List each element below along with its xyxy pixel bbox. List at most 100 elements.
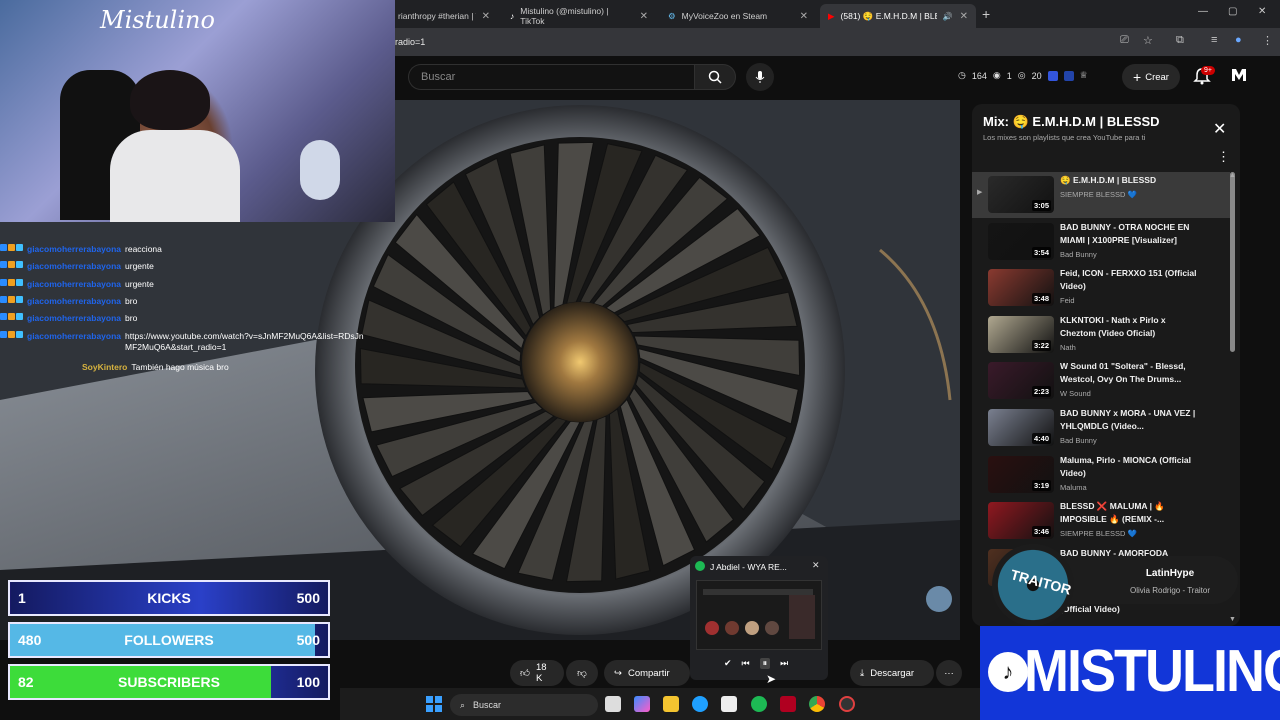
chat-username[interactable]: SoyKintero	[82, 362, 127, 372]
scroll-up-icon[interactable]: ▲	[1229, 172, 1236, 179]
chat-username[interactable]: giacomoherrerabayona	[27, 261, 121, 271]
video-thumbnail[interactable]: 3:19	[988, 455, 1054, 493]
video-duration: 3:05	[1031, 200, 1051, 211]
maximize-icon[interactable]: ▢	[1228, 6, 1237, 17]
video-title[interactable]: 🤤 E.M.H.D.M | BLESSD	[1060, 174, 1200, 187]
channel-avatar-icon[interactable]	[1230, 66, 1248, 84]
eye-icon: ◉	[992, 70, 1001, 80]
close-window-icon[interactable]: ✕	[1258, 6, 1266, 17]
new-tab-button[interactable]: +	[982, 6, 990, 22]
playlist-item[interactable]: 3:19 Maluma, Pirlo - MIONCA (Official Vid…	[972, 452, 1230, 498]
trophy-icon[interactable]: ♕	[1080, 70, 1088, 81]
close-icon[interactable]: ✕	[482, 11, 490, 22]
task-view-icon[interactable]	[605, 696, 621, 712]
taskbar-search-label: Buscar	[473, 700, 502, 710]
video-title[interactable]: BLESSD ❌ MALUMA | 🔥 IMPOSIBLE 🔥 (REMIX -…	[1060, 500, 1200, 526]
tab-steam[interactable]: ⚙ MyVoiceZoo en Steam ✕	[660, 4, 816, 28]
close-icon[interactable]: ✕	[1213, 119, 1226, 139]
video-thumbnail[interactable]: 3:46	[988, 502, 1054, 540]
video-title[interactable]: (Official Video)	[1060, 604, 1120, 614]
taskbar-search[interactable]: ⌕ Buscar	[450, 694, 598, 716]
playlist-item[interactable]: 3:54 BAD BUNNY - OTRA NOCHE EN MIAMI | X1…	[972, 219, 1230, 265]
playlist-item[interactable]: 3:46 BLESSD ❌ MALUMA | 🔥 IMPOSIBLE 🔥 (REM…	[972, 498, 1230, 544]
widgets-icon[interactable]	[634, 696, 650, 712]
playlist-item[interactable]: 3:48 Feid, ICON - FERXXO 151 (Official Vi…	[972, 265, 1230, 311]
playlist-item[interactable]: ▶ 3:05 🤤 E.M.H.D.M | BLESSD SIEMPRE BLESSD …	[972, 172, 1230, 218]
now-playing-icon: ▶	[977, 189, 983, 196]
pause-icon[interactable]: ⏸	[759, 658, 771, 669]
video-title[interactable]: BAD BUNNY x MORA - UNA VEZ | YHLQMDLG (V…	[1060, 407, 1200, 433]
share-button[interactable]: ↪ Compartir	[604, 660, 690, 686]
list-icon[interactable]	[1063, 70, 1074, 81]
video-title[interactable]: Feid, ICON - FERXXO 151 (Official Video)	[1060, 267, 1200, 293]
video-thumbnail[interactable]: 4:40	[988, 409, 1054, 446]
profile-icon[interactable]: ●	[1235, 34, 1242, 46]
dislike-button[interactable]: 👎︎	[566, 660, 598, 686]
close-icon[interactable]: ✕	[960, 11, 968, 22]
search-button[interactable]	[694, 64, 736, 90]
video-title[interactable]: Maluma, Pirlo - MIONCA (Official Video)	[1060, 454, 1200, 480]
badge-icon[interactable]	[1047, 70, 1058, 81]
goal-target: 500	[296, 590, 320, 606]
close-icon[interactable]: ✕	[800, 11, 808, 22]
chat-username[interactable]: giacomoherrerabayona	[27, 331, 121, 341]
close-icon[interactable]: ✕	[640, 11, 648, 22]
file-explorer-icon[interactable]	[663, 696, 679, 712]
edge-icon[interactable]	[692, 696, 708, 712]
tab-tiktok-therian[interactable]: rianthropy #therian | TikTok ✕	[390, 4, 498, 28]
more-options-icon[interactable]: ⋮	[1217, 149, 1230, 165]
video-thumbnail[interactable]: 3:54	[988, 222, 1054, 260]
video-title[interactable]: W Sound 01 "Soltera" - Blessd, Westcol, …	[1060, 360, 1200, 386]
tab-tiktok-mistulino[interactable]: ♪ Mistulino (@mistulino) | TikTok ✕	[502, 4, 656, 28]
close-icon[interactable]: ✕	[812, 560, 820, 571]
video-thumbnail[interactable]: 3:48	[988, 269, 1054, 307]
video-title[interactable]: KLKNTOKI - Nath x Pirlo x Cheztom (Video…	[1060, 314, 1200, 340]
scroll-down-icon[interactable]: ▼	[1229, 616, 1236, 623]
playlist-item[interactable]: 2:23 W Sound 01 "Soltera" - Blessd, Westc…	[972, 358, 1230, 404]
spotify-taskbar-icon[interactable]	[751, 696, 767, 712]
previous-icon[interactable]: ⏮	[742, 658, 750, 669]
create-label: Crear	[1145, 71, 1169, 83]
tiktok-brand-banner: ♪ MISTULINO	[980, 626, 1280, 720]
playlist-item[interactable]: 3:22 KLKNTOKI - Nath x Pirlo x Cheztom (V…	[972, 312, 1230, 358]
chat-username[interactable]: giacomoherrerabayona	[27, 244, 121, 254]
chat-username[interactable]: giacomoherrerabayona	[27, 313, 121, 323]
cast-icon[interactable]: ⎚	[1120, 34, 1129, 47]
recording-app-icon[interactable]	[839, 696, 855, 712]
chat-message: giacomoherrerabayona urgente	[0, 279, 154, 289]
playlist-scrollbar[interactable]	[1230, 172, 1235, 352]
download-icon: ⤓	[860, 667, 865, 679]
chat-username[interactable]: giacomoherrerabayona	[27, 279, 121, 289]
chat-badge-icon	[0, 261, 7, 268]
chat-text: reacciona	[125, 244, 162, 254]
video-title[interactable]: BAD BUNNY - OTRA NOCHE EN MIAMI | X100PR…	[1060, 221, 1200, 247]
chat-badge-icon	[16, 261, 23, 268]
voice-search-button[interactable]	[746, 63, 774, 91]
like-button[interactable]: 👍︎ 18 K	[510, 660, 564, 686]
next-icon[interactable]: ⏭	[780, 658, 788, 669]
chrome-icon[interactable]	[809, 696, 825, 712]
speaker-icon[interactable]: 🔊	[943, 12, 953, 21]
more-actions-button[interactable]: ···	[936, 660, 962, 686]
playlist-item[interactable]: 4:40 BAD BUNNY x MORA - UNA VEZ | YHLQMDL…	[972, 405, 1230, 451]
chat-badges	[0, 296, 23, 303]
video-thumbnail[interactable]: 3:05	[988, 176, 1054, 213]
video-thumbnail[interactable]: 2:23	[988, 362, 1054, 400]
extensions-icon[interactable]: ⧉	[1176, 34, 1184, 47]
bookmark-star-icon[interactable]: ☆	[1143, 34, 1153, 47]
browser-menu-icon[interactable]: ⋮	[1262, 34, 1273, 47]
url-field[interactable]: radio=1	[395, 37, 425, 47]
chat-username[interactable]: giacomoherrerabayona	[27, 296, 121, 306]
download-button[interactable]: ⤓ Descargar	[850, 660, 934, 686]
minimize-icon[interactable]: —	[1198, 6, 1208, 17]
windows-start-icon[interactable]	[426, 696, 442, 712]
create-button[interactable]: + Crear	[1122, 64, 1180, 90]
steam-icon: ⚙	[668, 10, 676, 21]
tab-youtube[interactable]: ▶ (581) 🤤 E.M.H.D.M | BLESSD 🔊 ✕	[820, 4, 976, 28]
check-icon[interactable]: ✔	[724, 658, 732, 669]
streaming-app-icon[interactable]	[780, 696, 796, 712]
video-thumbnail[interactable]: 3:22	[988, 315, 1054, 353]
reading-list-icon[interactable]: ≡	[1211, 34, 1217, 46]
search-input[interactable]: Buscar	[408, 64, 694, 90]
store-icon[interactable]	[721, 696, 737, 712]
